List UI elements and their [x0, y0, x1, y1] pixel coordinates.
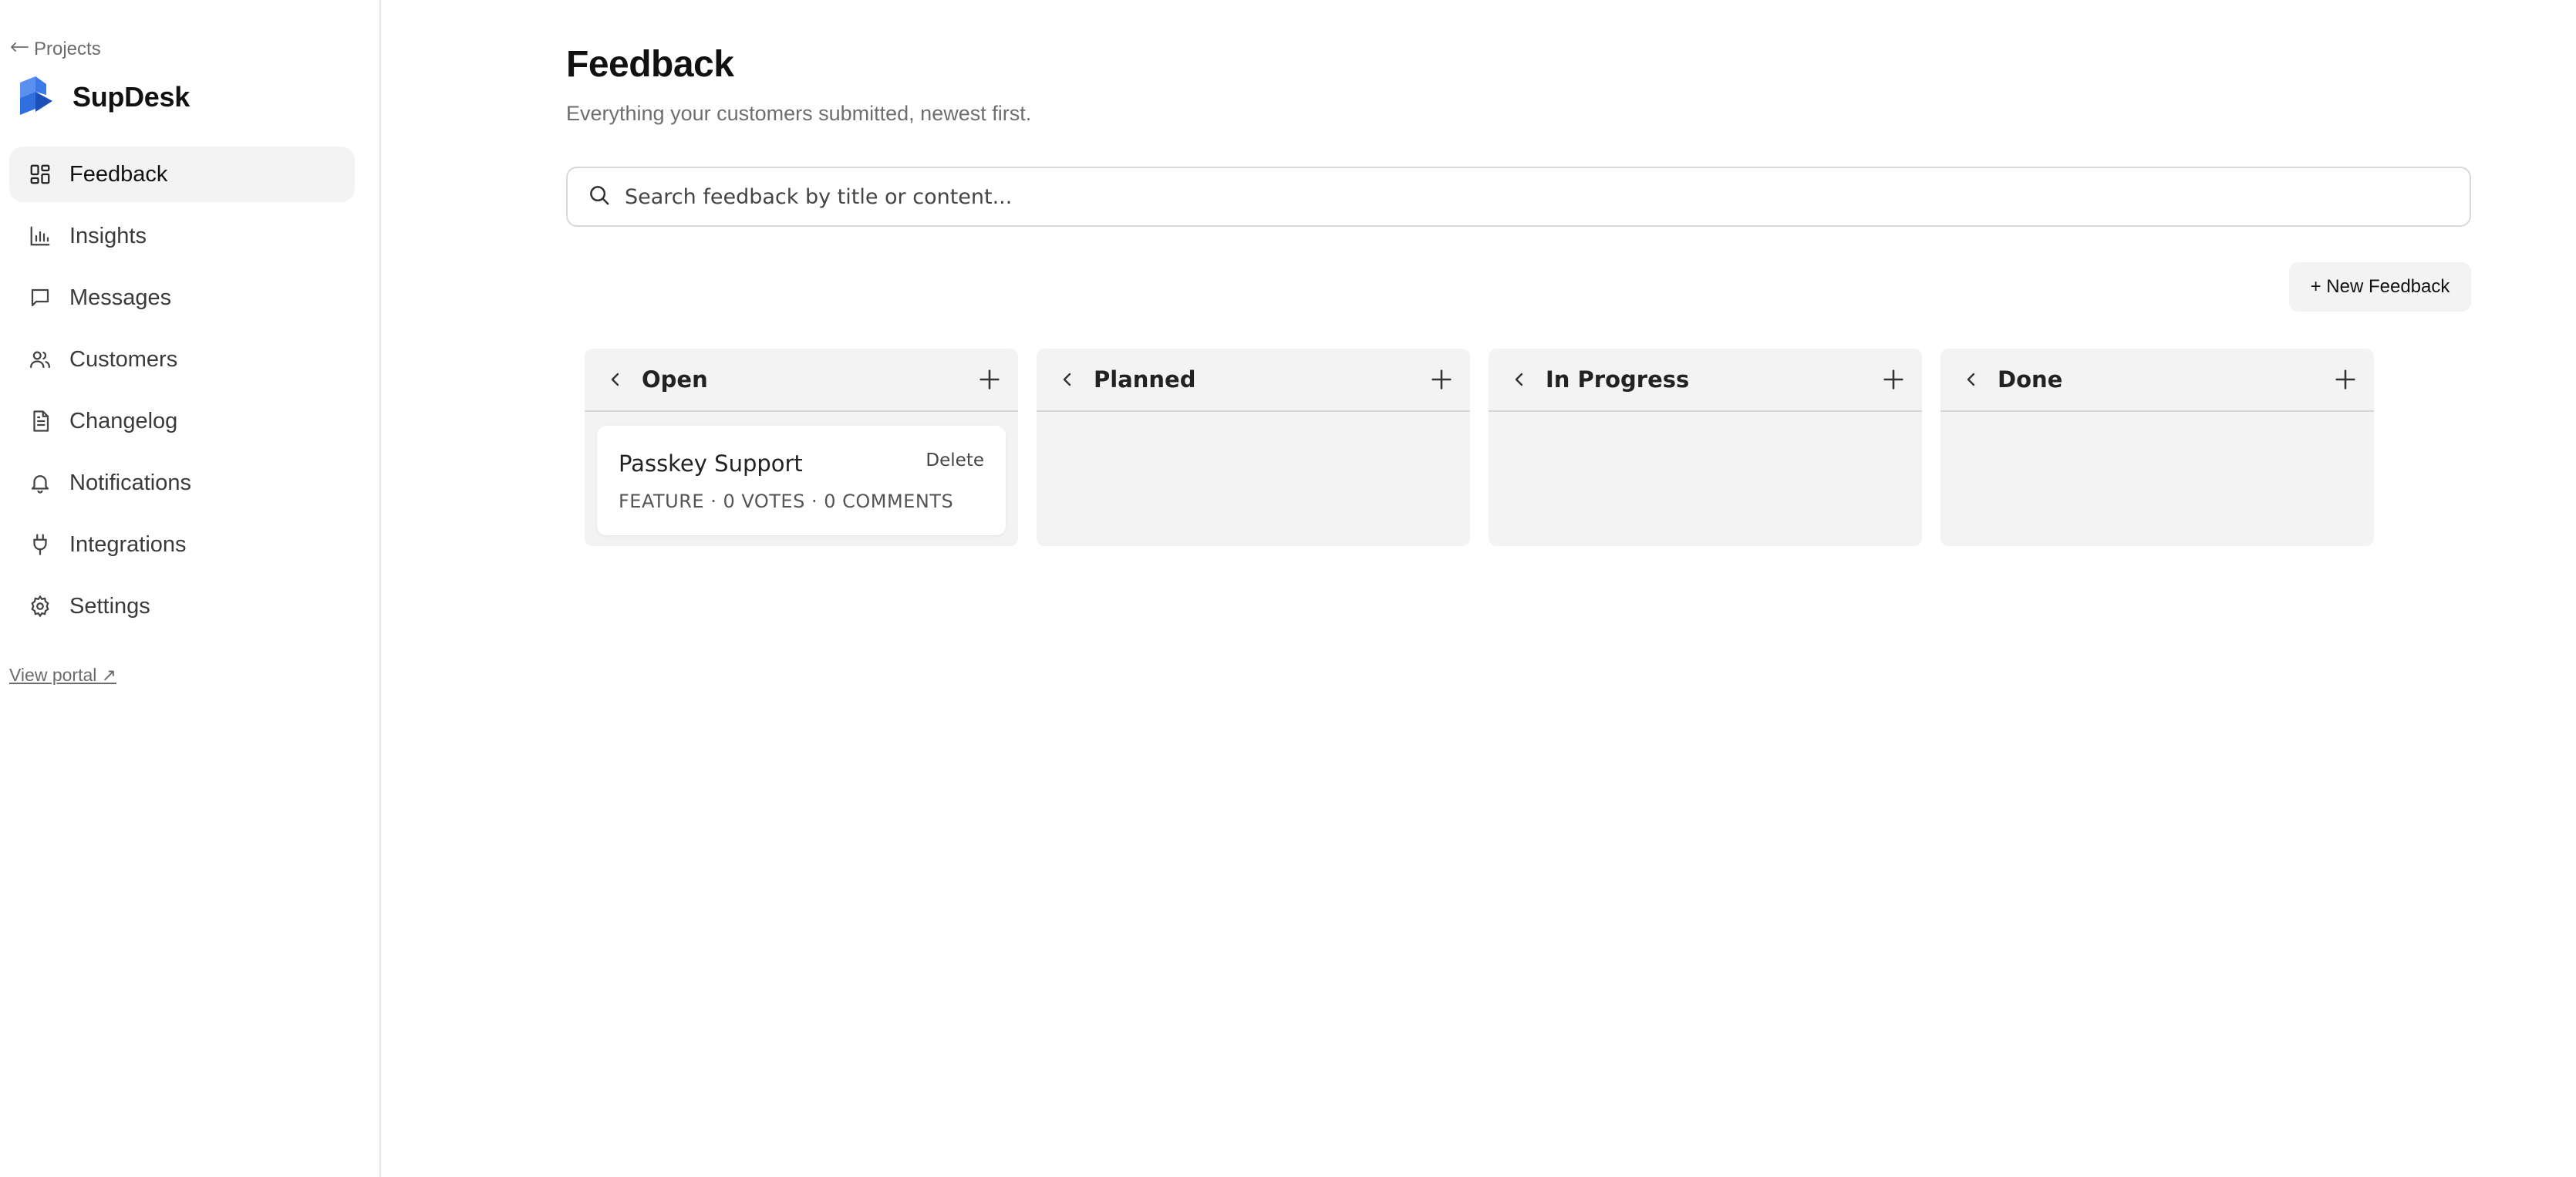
sidebar-item-label: Changelog — [69, 408, 178, 433]
back-to-projects-link[interactable]: Projects — [9, 35, 101, 63]
delete-button[interactable]: Delete — [926, 450, 984, 470]
page-subtitle: Everything your customers submitted, new… — [566, 102, 1032, 125]
plug-icon — [28, 532, 52, 557]
card-meta: FEATURE · 0 VOTES · 0 COMMENTS — [619, 491, 954, 512]
search-icon — [588, 184, 611, 211]
sidebar-item-label: Notifications — [69, 470, 191, 495]
main-content: Feedback Everything your customers submi… — [381, 0, 2576, 1177]
brand: SupDesk — [12, 74, 190, 120]
column-title: Open — [642, 366, 708, 393]
arrow-left-icon — [9, 39, 29, 60]
column-done: Done — [1940, 349, 2374, 546]
search-bar[interactable] — [566, 167, 2471, 227]
sidebar-item-messages[interactable]: Messages — [9, 270, 355, 325]
chevron-left-icon[interactable] — [1058, 370, 1077, 389]
column-header: Planned — [1037, 349, 1470, 412]
feedback-card[interactable]: Passkey Support Delete FEATURE · 0 VOTES… — [597, 426, 1006, 535]
sidebar-item-feedback[interactable]: Feedback — [9, 147, 355, 202]
sidebar-item-label: Customers — [69, 346, 178, 372]
chevron-left-icon[interactable] — [606, 370, 625, 389]
sidebar-item-settings[interactable]: Settings — [9, 578, 355, 634]
users-icon — [28, 347, 52, 372]
column-title: Planned — [1094, 366, 1196, 393]
sidebar-item-changelog[interactable]: Changelog — [9, 393, 355, 449]
sidebar-item-customers[interactable]: Customers — [9, 332, 355, 387]
search-input[interactable] — [625, 184, 2445, 209]
column-header: In Progress — [1489, 349, 1922, 412]
document-icon — [28, 409, 52, 433]
bar-chart-icon — [28, 224, 52, 248]
dashboard-icon — [28, 162, 52, 187]
message-icon — [28, 285, 52, 310]
kanban-board: Open Passkey Support Delete FEATURE · 0 … — [585, 349, 2374, 546]
column-open: Open Passkey Support Delete FEATURE · 0 … — [585, 349, 1018, 546]
column-header: Open — [585, 349, 1018, 412]
chevron-left-icon[interactable] — [1962, 370, 1981, 389]
card-title: Passkey Support — [619, 450, 803, 477]
sidebar-item-label: Settings — [69, 593, 150, 619]
column-title: Done — [1998, 366, 2063, 393]
sidebar-item-integrations[interactable]: Integrations — [9, 517, 355, 572]
view-portal-link[interactable]: View portal ↗ — [9, 665, 116, 686]
sidebar-item-label: Insights — [69, 223, 147, 248]
column-in-progress: In Progress — [1489, 349, 1922, 546]
sidebar-item-notifications[interactable]: Notifications — [9, 455, 355, 511]
bell-icon — [28, 470, 52, 495]
sidebar-item-insights[interactable]: Insights — [9, 208, 355, 264]
app-root: Projects SupDesk Feedback Insights Messa… — [0, 0, 2576, 1177]
chevron-left-icon[interactable] — [1510, 370, 1529, 389]
back-link-label: Projects — [34, 39, 101, 59]
add-card-icon[interactable] — [1880, 366, 1907, 393]
add-card-icon[interactable] — [1428, 366, 1455, 393]
sidebar-item-label: Feedback — [69, 161, 168, 187]
supdesk-logo-icon — [12, 75, 56, 120]
new-feedback-button[interactable]: + New Feedback — [2289, 262, 2471, 312]
add-card-icon[interactable] — [2332, 366, 2359, 393]
sidebar-item-label: Messages — [69, 285, 172, 310]
brand-name: SupDesk — [72, 81, 190, 113]
column-planned: Planned — [1037, 349, 1470, 546]
sidebar-item-label: Integrations — [69, 531, 187, 557]
sidebar: Projects SupDesk Feedback Insights Messa… — [0, 0, 381, 1177]
page-title: Feedback — [566, 44, 734, 85]
gear-icon — [28, 594, 52, 619]
column-title: In Progress — [1546, 366, 1690, 393]
column-header: Done — [1940, 349, 2374, 412]
sidebar-nav: Feedback Insights Messages Customers Cha… — [9, 147, 355, 640]
add-card-icon[interactable] — [976, 366, 1003, 393]
